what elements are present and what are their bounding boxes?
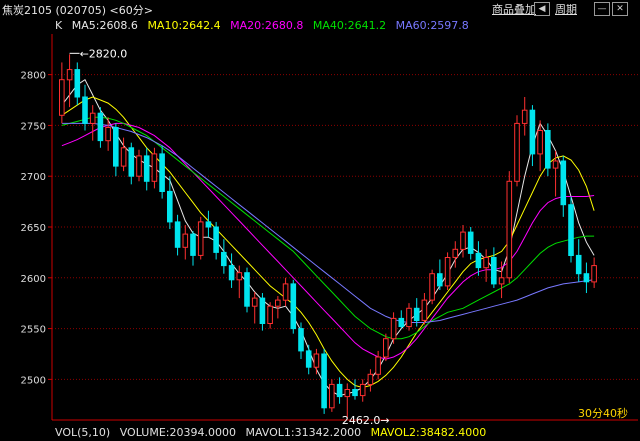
candle-body-36 — [336, 383, 343, 398]
candle-body-52 — [460, 231, 466, 250]
candle-body-0 — [59, 79, 65, 116]
candle-body-10 — [136, 155, 142, 177]
candle-body-46 — [413, 307, 420, 321]
candle-body-43 — [390, 317, 397, 340]
volume-legend: VOL(5,10) VOLUME:20394.0000 MAVOL1:31342… — [55, 426, 492, 439]
vol-legend-mavol2: MAVOL2:38482.4000 — [370, 426, 487, 439]
candle-body-23 — [236, 272, 243, 281]
candle-body-38 — [352, 389, 358, 397]
candle-body-58 — [506, 180, 513, 279]
vol-legend-volume: VOLUME:20394.0000 — [119, 426, 236, 439]
candle-body-5 — [97, 112, 104, 142]
candle-body-67 — [575, 254, 582, 275]
y-tick-label-2550: 2550 — [21, 325, 46, 336]
candle-body-37 — [344, 389, 351, 398]
candle-body-63 — [545, 130, 551, 169]
candle-body-45 — [406, 307, 412, 328]
candle-body-42 — [383, 338, 389, 358]
candle-body-7 — [113, 127, 119, 167]
candle-body-13 — [159, 153, 165, 192]
candle-body-11 — [143, 155, 150, 182]
candle-body-14 — [167, 190, 173, 223]
candle-body-33 — [313, 353, 320, 368]
candle-body-31 — [298, 328, 304, 352]
candlestick-chart[interactable]: 2500255026002650270027502800←2820.02462.… — [0, 0, 640, 441]
vol-legend-title: VOL(5,10) — [55, 426, 111, 439]
candle-body-48 — [429, 273, 435, 301]
candle-body-28 — [275, 299, 281, 307]
candle-body-27 — [267, 305, 273, 325]
candle-body-4 — [89, 112, 96, 124]
y-tick-label-2650: 2650 — [21, 223, 46, 234]
candle-body-16 — [182, 233, 189, 248]
candle-body-9 — [128, 147, 135, 177]
candle-body-64 — [552, 160, 559, 169]
candle-body-35 — [329, 383, 335, 409]
candle-body-55 — [483, 257, 489, 269]
high-value-label: ←2820.0 — [80, 47, 128, 60]
candle-body-50 — [444, 257, 451, 287]
candle-body-39 — [359, 383, 366, 397]
candle-body-44 — [398, 317, 405, 327]
candle-body-20 — [213, 226, 219, 253]
candle-body-2 — [74, 69, 81, 98]
y-tick-label-2600: 2600 — [21, 274, 46, 285]
vol-legend-mavol1: MAVOL1:31342.2000 — [245, 426, 362, 439]
candle-body-65 — [560, 160, 567, 206]
candle-body-59 — [514, 122, 520, 182]
candle-body-47 — [421, 299, 428, 321]
candle-body-32 — [305, 350, 312, 368]
candle-body-21 — [221, 251, 227, 267]
candle-body-25 — [251, 297, 258, 307]
candle-body-6 — [105, 127, 111, 142]
candle-body-34 — [321, 353, 327, 409]
candle-body-15 — [174, 221, 181, 248]
candle-body-3 — [82, 96, 88, 124]
candle-body-18 — [197, 221, 204, 256]
candle-body-40 — [367, 373, 374, 385]
candle-body-66 — [568, 204, 574, 256]
candle-body-69 — [591, 265, 597, 283]
y-tick-label-2700: 2700 — [21, 172, 46, 183]
candle-body-17 — [190, 233, 196, 256]
candle-body-53 — [467, 231, 474, 254]
candle-body-54 — [475, 252, 482, 269]
candle-body-51 — [452, 248, 459, 258]
candle-body-56 — [491, 257, 497, 285]
candle-body-62 — [537, 130, 543, 155]
candle-body-57 — [498, 277, 505, 285]
countdown-timer: 30分40秒 — [578, 407, 628, 420]
candle-body-24 — [244, 272, 250, 307]
candle-body-1 — [66, 69, 73, 81]
candle-body-41 — [375, 356, 381, 375]
candle-body-61 — [529, 109, 536, 155]
candle-body-49 — [437, 273, 443, 287]
y-tick-label-2800: 2800 — [21, 71, 46, 82]
candle-body-12 — [151, 153, 158, 182]
y-tick-label-2750: 2750 — [21, 121, 46, 132]
candle-body-30 — [290, 283, 297, 330]
candle-body-22 — [228, 265, 235, 281]
candle-body-19 — [205, 221, 212, 228]
candle-body-26 — [259, 297, 266, 325]
candle-body-29 — [282, 283, 289, 301]
candle-body-8 — [120, 147, 127, 167]
candle-body-60 — [521, 109, 528, 124]
y-tick-label-2500: 2500 — [21, 375, 46, 386]
candle-body-68 — [583, 273, 590, 283]
